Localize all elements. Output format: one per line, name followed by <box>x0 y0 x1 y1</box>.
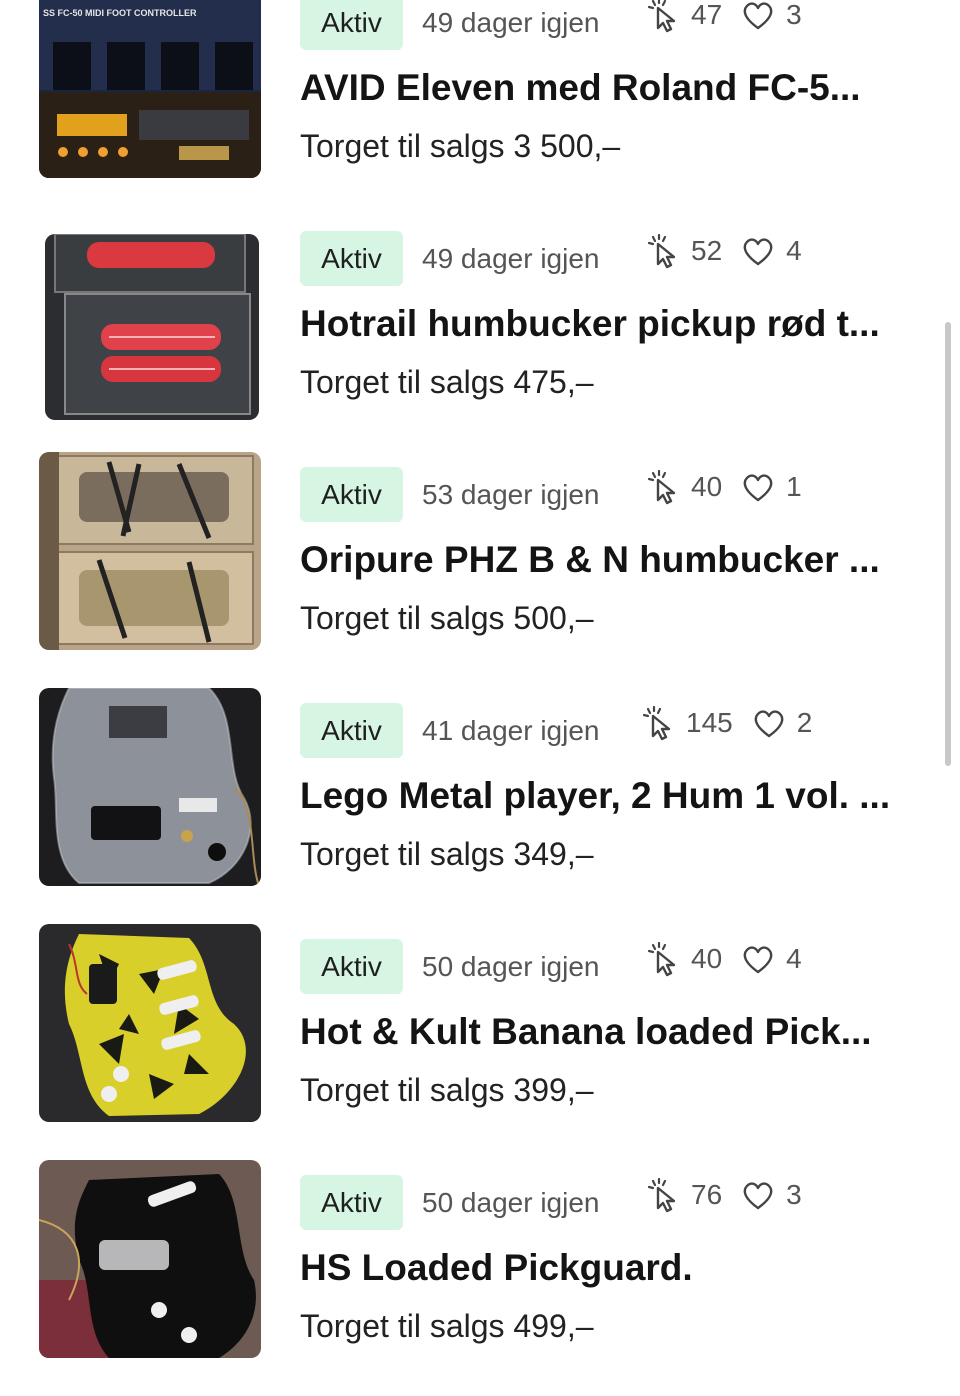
days-left: 50 dager igjen <box>422 1187 600 1218</box>
like-count: 3 <box>786 0 802 30</box>
click-count: 145 <box>686 707 733 738</box>
cursor-click-icon <box>645 0 681 33</box>
listing-price: Torget til salgs 500,– <box>300 600 594 636</box>
listing-title[interactable]: HS Loaded Pickguard. <box>300 1244 890 1292</box>
listing-price: Torget til salgs 399,– <box>300 1072 594 1108</box>
days-left: 41 dager igjen <box>422 715 600 746</box>
listing-thumbnail[interactable] <box>39 1160 261 1358</box>
listing-title[interactable]: Oripure PHZ B & N humbucker ... <box>300 536 890 584</box>
listing-stats: 40 4 <box>645 931 820 987</box>
svg-text:SS FC-50 MIDI FOOT CONTROLLER: SS FC-50 MIDI FOOT CONTROLLER <box>43 8 197 18</box>
listing-price: Torget til salgs 499,– <box>300 1308 594 1344</box>
listing-thumbnail[interactable] <box>45 234 259 420</box>
heart-icon <box>751 705 787 741</box>
heart-icon <box>740 0 776 33</box>
heart-icon <box>740 469 776 505</box>
cursor-click-icon <box>645 941 681 977</box>
scrollbar[interactable] <box>945 322 951 766</box>
click-count: 47 <box>691 0 723 30</box>
heart-icon <box>740 941 776 977</box>
listing-item[interactable]: Aktiv 50 dager igjen 76 3 HS Loaded Pick… <box>0 1160 960 1396</box>
listing-meta: Aktiv 50 dager igjen 76 3 <box>300 1175 920 1231</box>
listing-thumbnail[interactable] <box>39 924 261 1122</box>
cursor-click-icon <box>640 705 676 741</box>
listing-title[interactable]: Hot & Kult Banana loaded Pick... <box>300 1008 890 1056</box>
click-count: 76 <box>691 1179 723 1210</box>
listing-meta: Aktiv 50 dager igjen 40 4 <box>300 939 920 995</box>
like-count: 3 <box>786 1179 802 1210</box>
days-left: 49 dager igjen <box>422 243 600 274</box>
listing-meta: Aktiv 49 dager igjen 52 4 <box>300 231 920 287</box>
listing-stats: 47 3 <box>645 0 820 43</box>
like-count: 4 <box>786 235 802 266</box>
like-count: 1 <box>786 471 802 502</box>
heart-icon <box>740 233 776 269</box>
status-badge: Aktiv <box>300 0 403 50</box>
click-count: 52 <box>691 235 723 266</box>
listing-item[interactable]: Aktiv 50 dager igjen 40 4 Hot & Kult Ban… <box>0 924 960 1160</box>
listing-item[interactable]: Aktiv 49 dager igjen 52 4 Hotrail humbuc… <box>0 216 960 452</box>
status-badge: Aktiv <box>300 1175 403 1230</box>
like-count: 4 <box>786 943 802 974</box>
listing-meta: Aktiv 49 dager igjen 47 3 <box>300 0 920 51</box>
days-left: 49 dager igjen <box>422 7 600 38</box>
listing-title[interactable]: Hotrail humbucker pickup rød t... <box>300 300 890 348</box>
listing-price: Torget til salgs 3 500,– <box>300 128 621 164</box>
listing-thumbnail[interactable] <box>39 688 261 886</box>
listing-stats: 145 2 <box>640 695 830 751</box>
listing-thumbnail[interactable] <box>39 452 261 650</box>
cursor-click-icon <box>645 1177 681 1213</box>
cursor-click-icon <box>645 233 681 269</box>
listing-price: Torget til salgs 475,– <box>300 364 594 400</box>
status-badge: Aktiv <box>300 231 403 286</box>
status-badge: Aktiv <box>300 467 403 522</box>
listing-item[interactable]: SS FC-50 MIDI FOOT CONTROLLER Aktiv 49 d… <box>0 0 960 216</box>
status-badge: Aktiv <box>300 703 403 758</box>
like-count: 2 <box>796 707 813 738</box>
listing-item[interactable]: Aktiv 41 dager igjen 145 2 Lego Metal pl… <box>0 688 960 924</box>
click-count: 40 <box>691 943 723 974</box>
click-count: 40 <box>691 471 723 502</box>
cursor-click-icon <box>645 469 681 505</box>
listing-thumbnail[interactable]: SS FC-50 MIDI FOOT CONTROLLER <box>39 0 261 178</box>
heart-icon <box>740 1177 776 1213</box>
listing-item[interactable]: Aktiv 53 dager igjen 40 1 Oripure PHZ B … <box>0 452 960 688</box>
listing-meta: Aktiv 53 dager igjen 40 1 <box>300 467 920 523</box>
listing-stats: 52 4 <box>645 223 820 279</box>
listing-stats: 40 1 <box>645 459 820 515</box>
listing-stats: 76 3 <box>645 1167 820 1223</box>
days-left: 53 dager igjen <box>422 479 600 510</box>
days-left: 50 dager igjen <box>422 951 600 982</box>
listing-meta: Aktiv 41 dager igjen 145 2 <box>300 703 920 759</box>
listing-title[interactable]: Lego Metal player, 2 Hum 1 vol. ... <box>300 772 890 820</box>
listing-title[interactable]: AVID Eleven med Roland FC-5... <box>300 64 890 112</box>
listing-list: SS FC-50 MIDI FOOT CONTROLLER Aktiv 49 d… <box>0 0 960 1396</box>
status-badge: Aktiv <box>300 939 403 994</box>
listing-price: Torget til salgs 349,– <box>300 836 594 872</box>
